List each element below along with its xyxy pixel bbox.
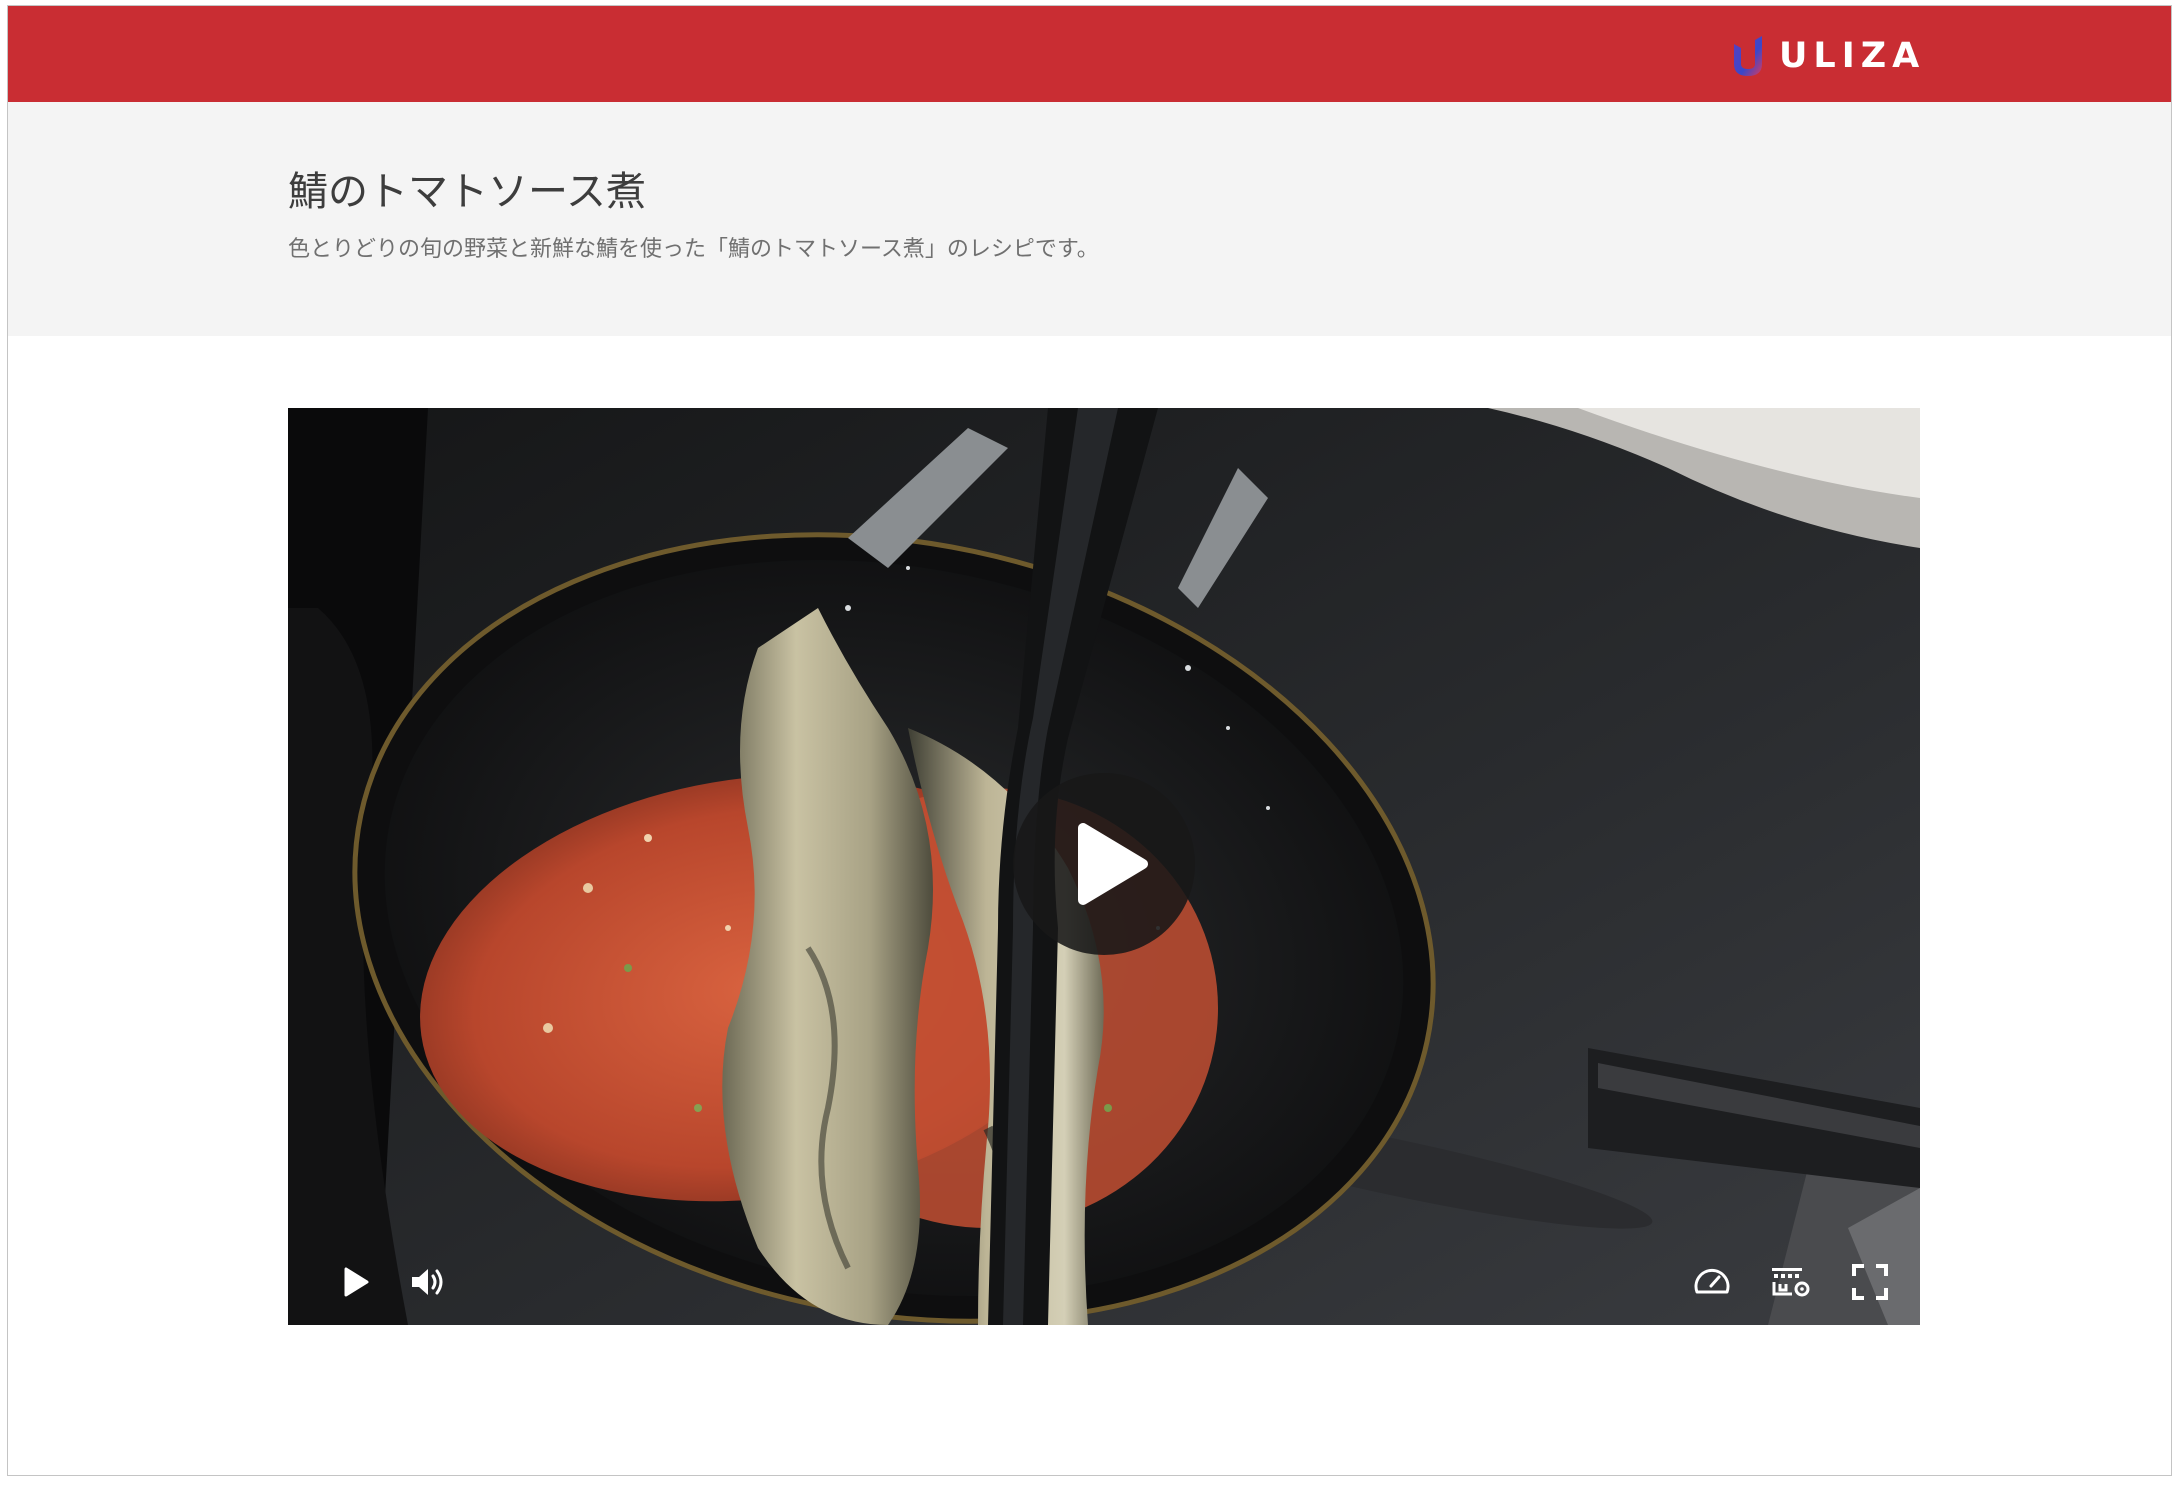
uliza-logo-text: ULIZA bbox=[1779, 36, 1926, 76]
fullscreen-icon bbox=[1852, 1264, 1888, 1300]
playback-speed-icon bbox=[1694, 1269, 1730, 1294]
uliza-logo-mark-icon bbox=[1734, 36, 1762, 76]
quality-settings-icon bbox=[1772, 1268, 1810, 1297]
play-icon bbox=[344, 1267, 369, 1297]
play-button[interactable] bbox=[330, 1258, 378, 1306]
volume-icon bbox=[412, 1269, 443, 1295]
quality-settings-button[interactable] bbox=[1766, 1258, 1814, 1306]
page-frame: ULIZA 鯖のトマトソース煮 色とりどりの旬の野菜と新鮮な鯖を使った「鯖のトマ… bbox=[7, 5, 2172, 1476]
uliza-logo[interactable]: ULIZA bbox=[1731, 33, 1925, 79]
video-intro: 鯖のトマトソース煮 色とりどりの旬の野菜と新鮮な鯖を使った「鯖のトマトソース煮」… bbox=[8, 102, 2171, 336]
play-icon bbox=[1078, 823, 1148, 905]
playback-speed-button[interactable] bbox=[1688, 1258, 1736, 1306]
page-description: 色とりどりの旬の野菜と新鮮な鯖を使った「鯖のトマトソース煮」のレシピです。 bbox=[288, 237, 1099, 262]
site-header: ULIZA bbox=[8, 6, 2171, 102]
fullscreen-button[interactable] bbox=[1846, 1258, 1894, 1306]
video-player[interactable] bbox=[288, 408, 1920, 1325]
volume-button[interactable] bbox=[404, 1258, 452, 1306]
page-title: 鯖のトマトソース煮 bbox=[288, 169, 646, 215]
big-play-button[interactable] bbox=[1013, 773, 1195, 955]
